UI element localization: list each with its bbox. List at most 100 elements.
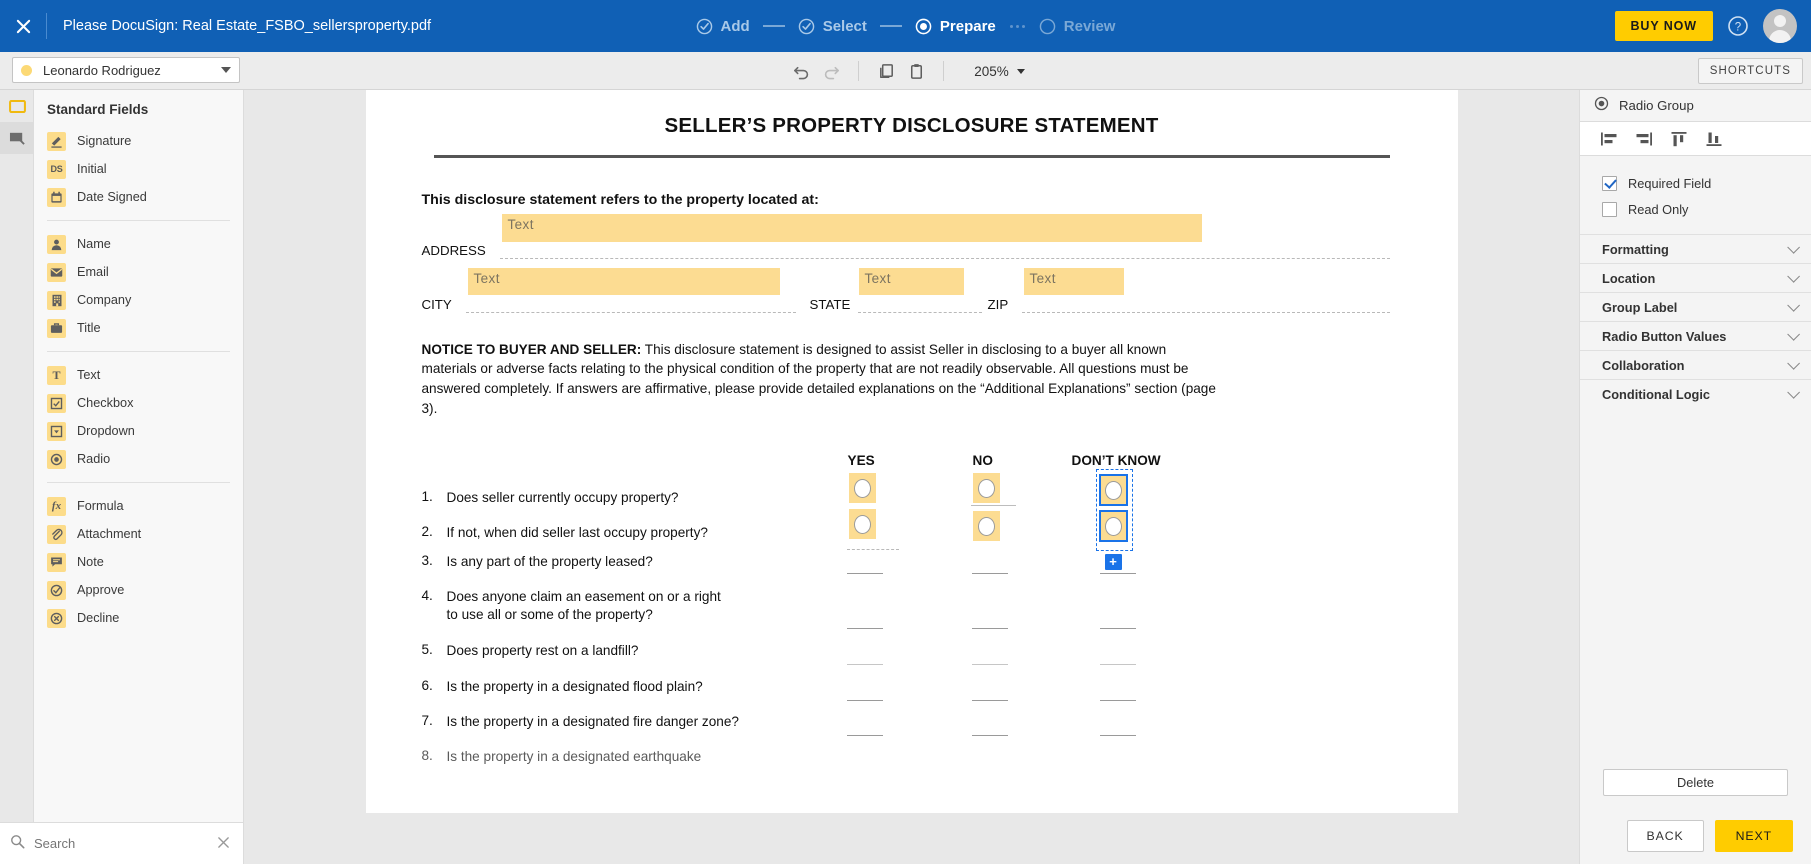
custom-fields-icon[interactable] <box>0 122 34 154</box>
chevron-down-icon <box>1787 298 1800 312</box>
column-header-dont-know: DON’T KNOW <box>1071 453 1161 469</box>
accordion-label: Conditional Logic <box>1602 386 1711 402</box>
radio-circle-icon <box>977 516 995 536</box>
close-icon[interactable] <box>0 0 46 52</box>
read-only-checkbox[interactable] <box>1602 201 1617 217</box>
top-bar-actions: BUY NOW ? <box>1614 0 1797 52</box>
field-item-label: Title <box>77 321 101 335</box>
notice-paragraph: NOTICE TO BUYER AND SELLER: This disclos… <box>422 340 1224 420</box>
radio-icon <box>47 449 66 469</box>
next-button[interactable]: NEXT <box>1714 820 1793 852</box>
zoom-level-selector[interactable]: 205% <box>974 64 1025 79</box>
read-only-row[interactable]: Read Only <box>1602 196 1811 222</box>
answer-line <box>1099 628 1136 630</box>
avatar[interactable] <box>1763 9 1797 43</box>
state-label: STATE <box>809 296 851 312</box>
field-box-icon[interactable] <box>0 90 34 122</box>
field-item-attachment[interactable]: Attachment <box>34 520 243 548</box>
step-review[interactable]: Review <box>1039 17 1116 35</box>
field-item-signature[interactable]: Signature <box>34 127 243 155</box>
field-options: Required Field Read Only <box>1580 156 1811 234</box>
radio-group-icon <box>1594 96 1609 116</box>
buy-now-button[interactable]: BUY NOW <box>1614 11 1713 41</box>
field-item-label: Initial <box>77 162 107 176</box>
note-icon <box>47 552 66 572</box>
field-item-company[interactable]: Company <box>34 286 243 314</box>
search-input[interactable] <box>34 836 214 851</box>
field-item-date-signed[interactable]: Date Signed <box>34 183 243 211</box>
field-item-note[interactable]: Note <box>34 548 243 576</box>
accordion-group-label[interactable]: Group Label <box>1580 292 1811 321</box>
field-item-formula[interactable]: fx Formula <box>34 492 243 520</box>
accordion-radio-button-values[interactable]: Radio Button Values <box>1580 321 1811 350</box>
align-bottom-icon[interactable] <box>1705 131 1723 147</box>
back-button[interactable]: BACK <box>1626 820 1704 852</box>
field-item-checkbox[interactable]: Checkbox <box>34 389 243 417</box>
add-radio-button[interactable]: + <box>1104 554 1122 571</box>
accordion-formatting[interactable]: Formatting <box>1580 234 1811 263</box>
checkbox-icon <box>47 393 66 413</box>
radio-dontknow-q2[interactable] <box>1098 510 1128 543</box>
radio-dontknow-q1[interactable] <box>1098 474 1128 507</box>
delete-button[interactable]: Delete <box>1603 769 1788 796</box>
formula-glyph: fx <box>51 500 62 512</box>
city-label: CITY <box>421 296 452 312</box>
question-number: 4. <box>421 588 433 604</box>
question-number: 2. <box>421 524 433 540</box>
clear-icon[interactable] <box>214 836 233 852</box>
search-bar <box>0 822 244 864</box>
decline-icon <box>47 608 66 628</box>
accordion-conditional-logic[interactable]: Conditional Logic <box>1580 379 1811 408</box>
step-dots <box>1009 24 1025 28</box>
answer-line <box>971 700 1008 702</box>
redo-icon[interactable] <box>816 56 846 86</box>
field-item-name[interactable]: Name <box>34 230 243 258</box>
step-label: Review <box>1063 17 1116 35</box>
paste-icon[interactable] <box>901 56 931 86</box>
accordion-collaboration[interactable]: Collaboration <box>1580 350 1811 379</box>
city-text-field[interactable]: Text <box>467 267 780 295</box>
align-top-icon[interactable] <box>1670 131 1688 147</box>
accordion-label: Radio Button Values <box>1602 328 1727 344</box>
field-item-email[interactable]: Email <box>34 258 243 286</box>
step-prepare[interactable]: Prepare <box>915 18 996 35</box>
answer-line <box>846 628 883 630</box>
copy-icon[interactable] <box>871 56 901 86</box>
zip-text-field[interactable]: Text <box>1023 267 1124 295</box>
radio-yes-q1[interactable] <box>848 473 876 504</box>
toolbar-divider <box>858 61 860 81</box>
answer-line <box>971 735 1008 737</box>
question-text: If not, when did seller last occupy prop… <box>446 525 708 541</box>
state-text-field[interactable]: Text <box>858 267 964 295</box>
align-right-icon[interactable] <box>1635 131 1653 147</box>
paperclip-icon <box>47 524 66 544</box>
radio-no-q2[interactable] <box>972 511 1000 542</box>
radio-no-q1[interactable] <box>972 473 1000 504</box>
address-text-field[interactable]: Text <box>501 213 1202 242</box>
top-bar: Please DocuSign: Real Estate_FSBO_seller… <box>0 0 1811 52</box>
undo-icon[interactable] <box>786 56 816 86</box>
radio-yes-q2[interactable] <box>848 509 876 540</box>
field-item-label: Dropdown <box>77 424 135 438</box>
field-item-label: Radio <box>77 452 111 466</box>
field-item-radio[interactable]: Radio <box>34 445 243 473</box>
radio-filled-icon <box>915 18 932 35</box>
question-table: YES NO DON’T KNOW 1. Does seller current… <box>422 453 1402 813</box>
step-add[interactable]: Add <box>696 18 750 35</box>
question-text: Does property rest on a landfill? <box>446 643 639 659</box>
field-item-dropdown[interactable]: Dropdown <box>34 417 243 445</box>
accordion-location[interactable]: Location <box>1580 263 1811 292</box>
required-field-row[interactable]: Required Field <box>1602 170 1811 196</box>
align-left-icon[interactable] <box>1600 131 1618 147</box>
field-item-approve[interactable]: Approve <box>34 576 243 604</box>
step-select[interactable]: Select <box>798 18 867 35</box>
field-item-text[interactable]: T Text <box>34 361 243 389</box>
divider <box>47 351 230 352</box>
document-canvas[interactable]: SELLER’S PROPERTY DISCLOSURE STATEMENT T… <box>244 90 1579 864</box>
field-item-initial[interactable]: DS Initial <box>34 155 243 183</box>
help-circle-icon[interactable]: ? <box>1727 15 1749 37</box>
field-item-decline[interactable]: Decline <box>34 604 243 632</box>
field-item-title[interactable]: Title <box>34 314 243 342</box>
required-field-checkbox[interactable] <box>1602 175 1617 191</box>
shortcuts-button[interactable]: SHORTCUTS <box>1697 58 1803 84</box>
